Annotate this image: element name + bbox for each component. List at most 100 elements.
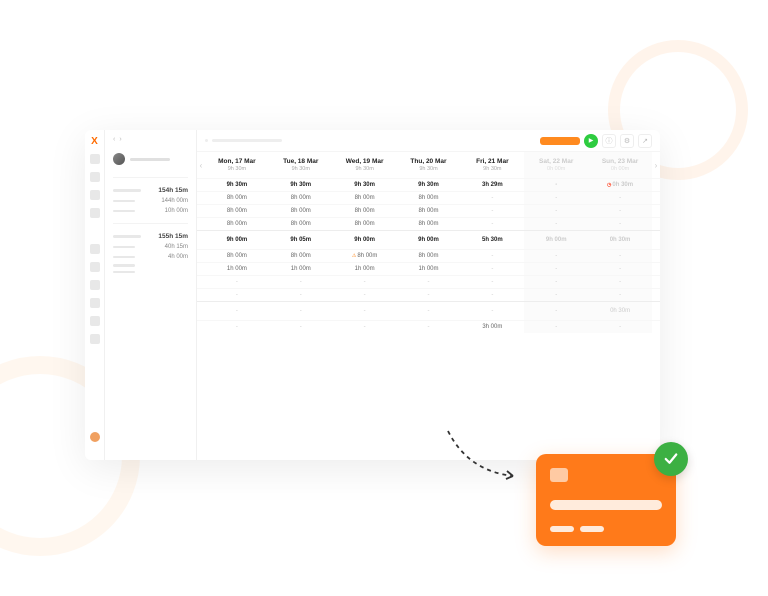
time-cell[interactable]: - [269,320,333,333]
time-cell[interactable]: - [333,275,397,288]
time-cell[interactable]: - [205,320,269,333]
time-cell[interactable]: - [524,320,588,333]
time-cell[interactable]: 0h 30m [588,178,652,191]
time-cell[interactable]: - [588,249,652,262]
week-prev-btn[interactable]: ‹ [197,152,205,178]
time-cell[interactable]: - [333,320,397,333]
time-cell[interactable]: - [588,191,652,204]
time-cell[interactable]: - [205,288,269,301]
day-header[interactable]: Mon, 17 Mar9h 30m [205,152,269,178]
nav-clock-icon[interactable] [90,172,100,182]
time-cell[interactable]: 9h 30m [269,178,333,191]
time-cell[interactable]: - [588,320,652,333]
status-pill[interactable] [540,137,580,145]
time-cell[interactable]: - [524,217,588,230]
time-cell[interactable]: 8h 00m [333,191,397,204]
time-cell[interactable]: - [397,275,461,288]
time-cell[interactable]: - [460,217,524,230]
nav-report-icon[interactable] [90,280,100,290]
time-cell[interactable]: 5h 30m [460,230,524,249]
export-button[interactable]: ↗ [638,134,652,148]
time-cell[interactable]: - [460,288,524,301]
selected-user[interactable] [105,149,196,173]
time-cell[interactable]: 8h 00m [205,249,269,262]
time-cell[interactable]: 8h 00m [397,249,461,262]
info-button[interactable]: ⓘ [602,134,616,148]
time-cell[interactable]: - [460,204,524,217]
time-cell[interactable]: - [588,204,652,217]
time-cell[interactable]: - [588,262,652,275]
time-cell[interactable]: 8h 00m [333,217,397,230]
settings-button[interactable]: ⚙ [620,134,634,148]
time-cell[interactable]: - [524,301,588,320]
time-cell[interactable]: - [524,178,588,191]
time-cell[interactable]: 1h 00m [397,262,461,275]
time-cell[interactable]: 1h 00m [333,262,397,275]
time-cell[interactable]: 9h 00m [397,230,461,249]
time-cell[interactable]: - [524,204,588,217]
time-cell[interactable]: - [524,262,588,275]
projects-prev-btn[interactable]: ‹ [113,136,115,143]
nav-users-icon[interactable] [90,208,100,218]
time-cell[interactable]: 9h 00m [333,230,397,249]
time-cell[interactable]: - [269,301,333,320]
time-cell[interactable]: - [524,275,588,288]
time-cell[interactable]: - [588,275,652,288]
project-group-2-total[interactable]: 155h 15m [105,231,196,242]
project-item[interactable] [105,269,196,276]
time-cell[interactable]: 1h 00m [269,262,333,275]
day-header[interactable]: Tue, 18 Mar9h 30m [269,152,333,178]
time-cell[interactable]: 8h 00m [397,217,461,230]
time-cell[interactable]: 8h 00m [397,204,461,217]
project-item[interactable]: 40h 15m [105,242,196,252]
time-cell[interactable]: - [460,249,524,262]
nav-chart-icon[interactable] [90,262,100,272]
time-cell[interactable]: 9h 00m [205,230,269,249]
time-cell[interactable]: 9h 00m [524,230,588,249]
nav-dashboard-icon[interactable] [90,154,100,164]
time-cell[interactable]: 8h 00m [205,204,269,217]
week-next-btn[interactable]: › [652,152,660,178]
day-header[interactable]: Sun, 23 Mar0h 00m [588,152,652,178]
project-item[interactable]: 10h 00m [105,206,196,216]
time-cell[interactable]: 0h 30m [588,230,652,249]
time-cell[interactable]: - [269,288,333,301]
time-cell[interactable]: 8h 00m [269,249,333,262]
time-cell[interactable]: - [205,301,269,320]
project-item[interactable]: 144h 00m [105,196,196,206]
time-cell[interactable]: - [460,191,524,204]
time-cell[interactable]: - [524,191,588,204]
time-cell[interactable]: - [588,288,652,301]
time-cell[interactable]: - [524,288,588,301]
time-cell[interactable]: 8h 00m [205,217,269,230]
play-button[interactable]: ▶ [584,134,598,148]
time-cell[interactable]: - [205,275,269,288]
project-group-1-total[interactable]: 154h 15m [105,185,196,196]
time-cell[interactable]: - [524,249,588,262]
time-cell[interactable]: 9h 30m [397,178,461,191]
time-cell[interactable]: 9h 30m [333,178,397,191]
time-cell[interactable]: 8h 00m [397,191,461,204]
time-cell[interactable]: 8h 00m [269,204,333,217]
day-header[interactable]: Sat, 22 Mar0h 00m [524,152,588,178]
day-header[interactable]: Fri, 21 Mar9h 30m [460,152,524,178]
time-cell[interactable]: 8h 00m [269,191,333,204]
time-cell[interactable]: 8h 00m [333,204,397,217]
time-cell[interactable]: 3h 00m [460,320,524,333]
nav-share-icon[interactable] [90,334,100,344]
time-cell[interactable]: 3h 29m [460,178,524,191]
nav-box-icon[interactable] [90,298,100,308]
time-cell[interactable]: 8h 00m [205,191,269,204]
time-cell[interactable]: - [460,275,524,288]
time-cell[interactable]: 0h 30m [588,301,652,320]
nav-calendar-icon[interactable] [90,190,100,200]
time-cell[interactable]: - [333,288,397,301]
time-cell[interactable]: 9h 30m [205,178,269,191]
project-item[interactable]: 4h 00m [105,252,196,262]
user-avatar-small[interactable] [90,432,100,442]
time-cell[interactable]: - [460,262,524,275]
time-cell[interactable]: 8h 00m [269,217,333,230]
time-cell[interactable]: 9h 05m [269,230,333,249]
time-cell[interactable]: - [333,301,397,320]
time-cell[interactable]: 8h 00m [333,249,397,262]
